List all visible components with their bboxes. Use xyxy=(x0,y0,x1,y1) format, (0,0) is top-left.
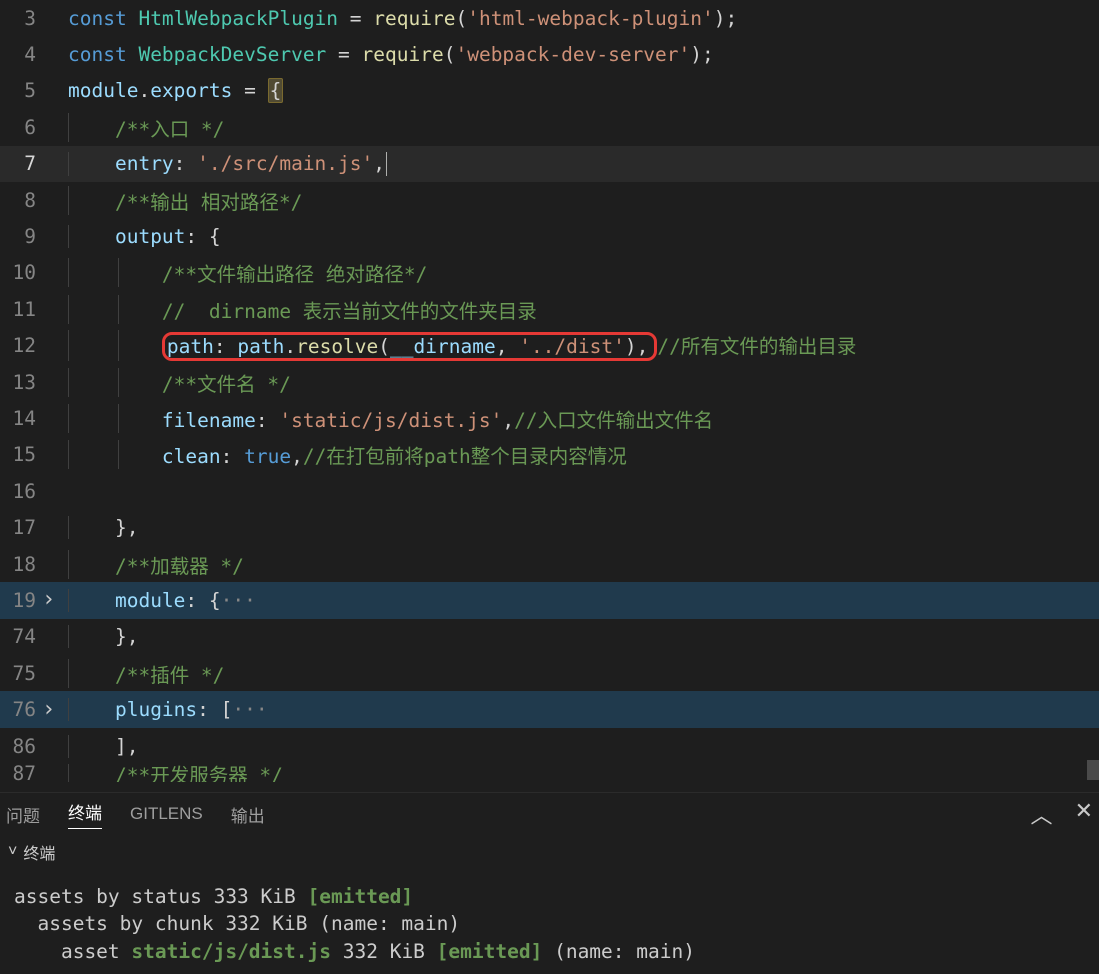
code-line[interactable]: 16 xyxy=(0,473,1099,509)
code-line[interactable]: 5 module.exports = { xyxy=(0,73,1099,109)
bottom-panel: 问题 终端 GITLENS 输出 ︿ ✕ ˅ 终端 assets by stat… xyxy=(0,792,1099,965)
keyword: const xyxy=(68,7,127,30)
code-editor[interactable]: 3 const HtmlWebpackPlugin = require('htm… xyxy=(0,0,1099,784)
code-line[interactable]: 74 }, xyxy=(0,619,1099,655)
close-icon[interactable]: ✕ xyxy=(1075,798,1093,830)
chevron-down-icon[interactable]: ˅ xyxy=(8,843,17,861)
code-line[interactable]: 87 /**开发服务器 */ xyxy=(0,764,1099,782)
bracket-match: { xyxy=(268,78,284,103)
code-line-active[interactable]: 7 entry: './src/main.js', xyxy=(0,146,1099,182)
fold-chevron-icon[interactable]: › xyxy=(42,589,68,611)
comment: /**入口 */ xyxy=(115,118,224,141)
code-line-folded[interactable]: 19 › module: {··· xyxy=(0,582,1099,618)
tab-output[interactable]: 输出 xyxy=(231,802,265,827)
terminal-header[interactable]: ˅ 终端 xyxy=(0,835,1099,869)
code-line[interactable]: 17 }, xyxy=(0,509,1099,545)
code-line[interactable]: 12 path: path.resolve(__dirname, '../dis… xyxy=(0,328,1099,364)
line-number: 4 xyxy=(0,43,42,66)
code-line[interactable]: 18 /**加载器 */ xyxy=(0,546,1099,582)
code-line[interactable]: 4 const WebpackDevServer = require('webp… xyxy=(0,36,1099,72)
scrollbar-thumb[interactable] xyxy=(1087,760,1099,780)
terminal-output[interactable]: assets by status 333 KiB [emitted] asset… xyxy=(0,869,1099,965)
tab-terminal[interactable]: 终端 xyxy=(68,799,102,829)
code-line-folded[interactable]: 76 › plugins: [··· xyxy=(0,691,1099,727)
code-line[interactable]: 13 /**文件名 */ xyxy=(0,364,1099,400)
tab-problems[interactable]: 问题 xyxy=(6,802,40,827)
code-line[interactable]: 3 const HtmlWebpackPlugin = require('htm… xyxy=(0,0,1099,36)
highlight-box: path: path.resolve(__dirname, '../dist')… xyxy=(162,332,657,361)
code-line[interactable]: 11 // dirname 表示当前文件的文件夹目录 xyxy=(0,291,1099,327)
fn-require: require xyxy=(373,7,455,30)
code-line[interactable]: 15 clean: true,//在打包前将path整个目录内容情况 xyxy=(0,437,1099,473)
code-line[interactable]: 14 filename: 'static/js/dist.js',//入口文件输… xyxy=(0,400,1099,436)
code-line[interactable]: 9 output: { xyxy=(0,218,1099,254)
chevron-up-icon[interactable]: ︿ xyxy=(1031,798,1053,830)
line-number: 3 xyxy=(0,7,42,30)
terminal-title: 终端 xyxy=(23,840,55,864)
code-line[interactable]: 75 /**插件 */ xyxy=(0,655,1099,691)
code-line[interactable]: 6 /**入口 */ xyxy=(0,109,1099,145)
code-line[interactable]: 10 /**文件输出路径 绝对路径*/ xyxy=(0,255,1099,291)
fold-ellipsis[interactable]: ··· xyxy=(221,589,256,612)
text-cursor xyxy=(386,152,387,176)
fold-ellipsis[interactable]: ··· xyxy=(232,698,267,721)
tab-gitlens[interactable]: GITLENS xyxy=(130,804,203,824)
code-line[interactable]: 8 /**输出 相对路径*/ xyxy=(0,182,1099,218)
fold-chevron-icon[interactable]: › xyxy=(42,699,68,721)
code-line[interactable]: 86 ], xyxy=(0,728,1099,764)
line-number: 5 xyxy=(0,79,42,102)
identifier: HtmlWebpackPlugin xyxy=(138,7,338,30)
string: 'html-webpack-plugin' xyxy=(467,7,714,30)
panel-tabbar: 问题 终端 GITLENS 输出 ︿ ✕ xyxy=(0,793,1099,835)
